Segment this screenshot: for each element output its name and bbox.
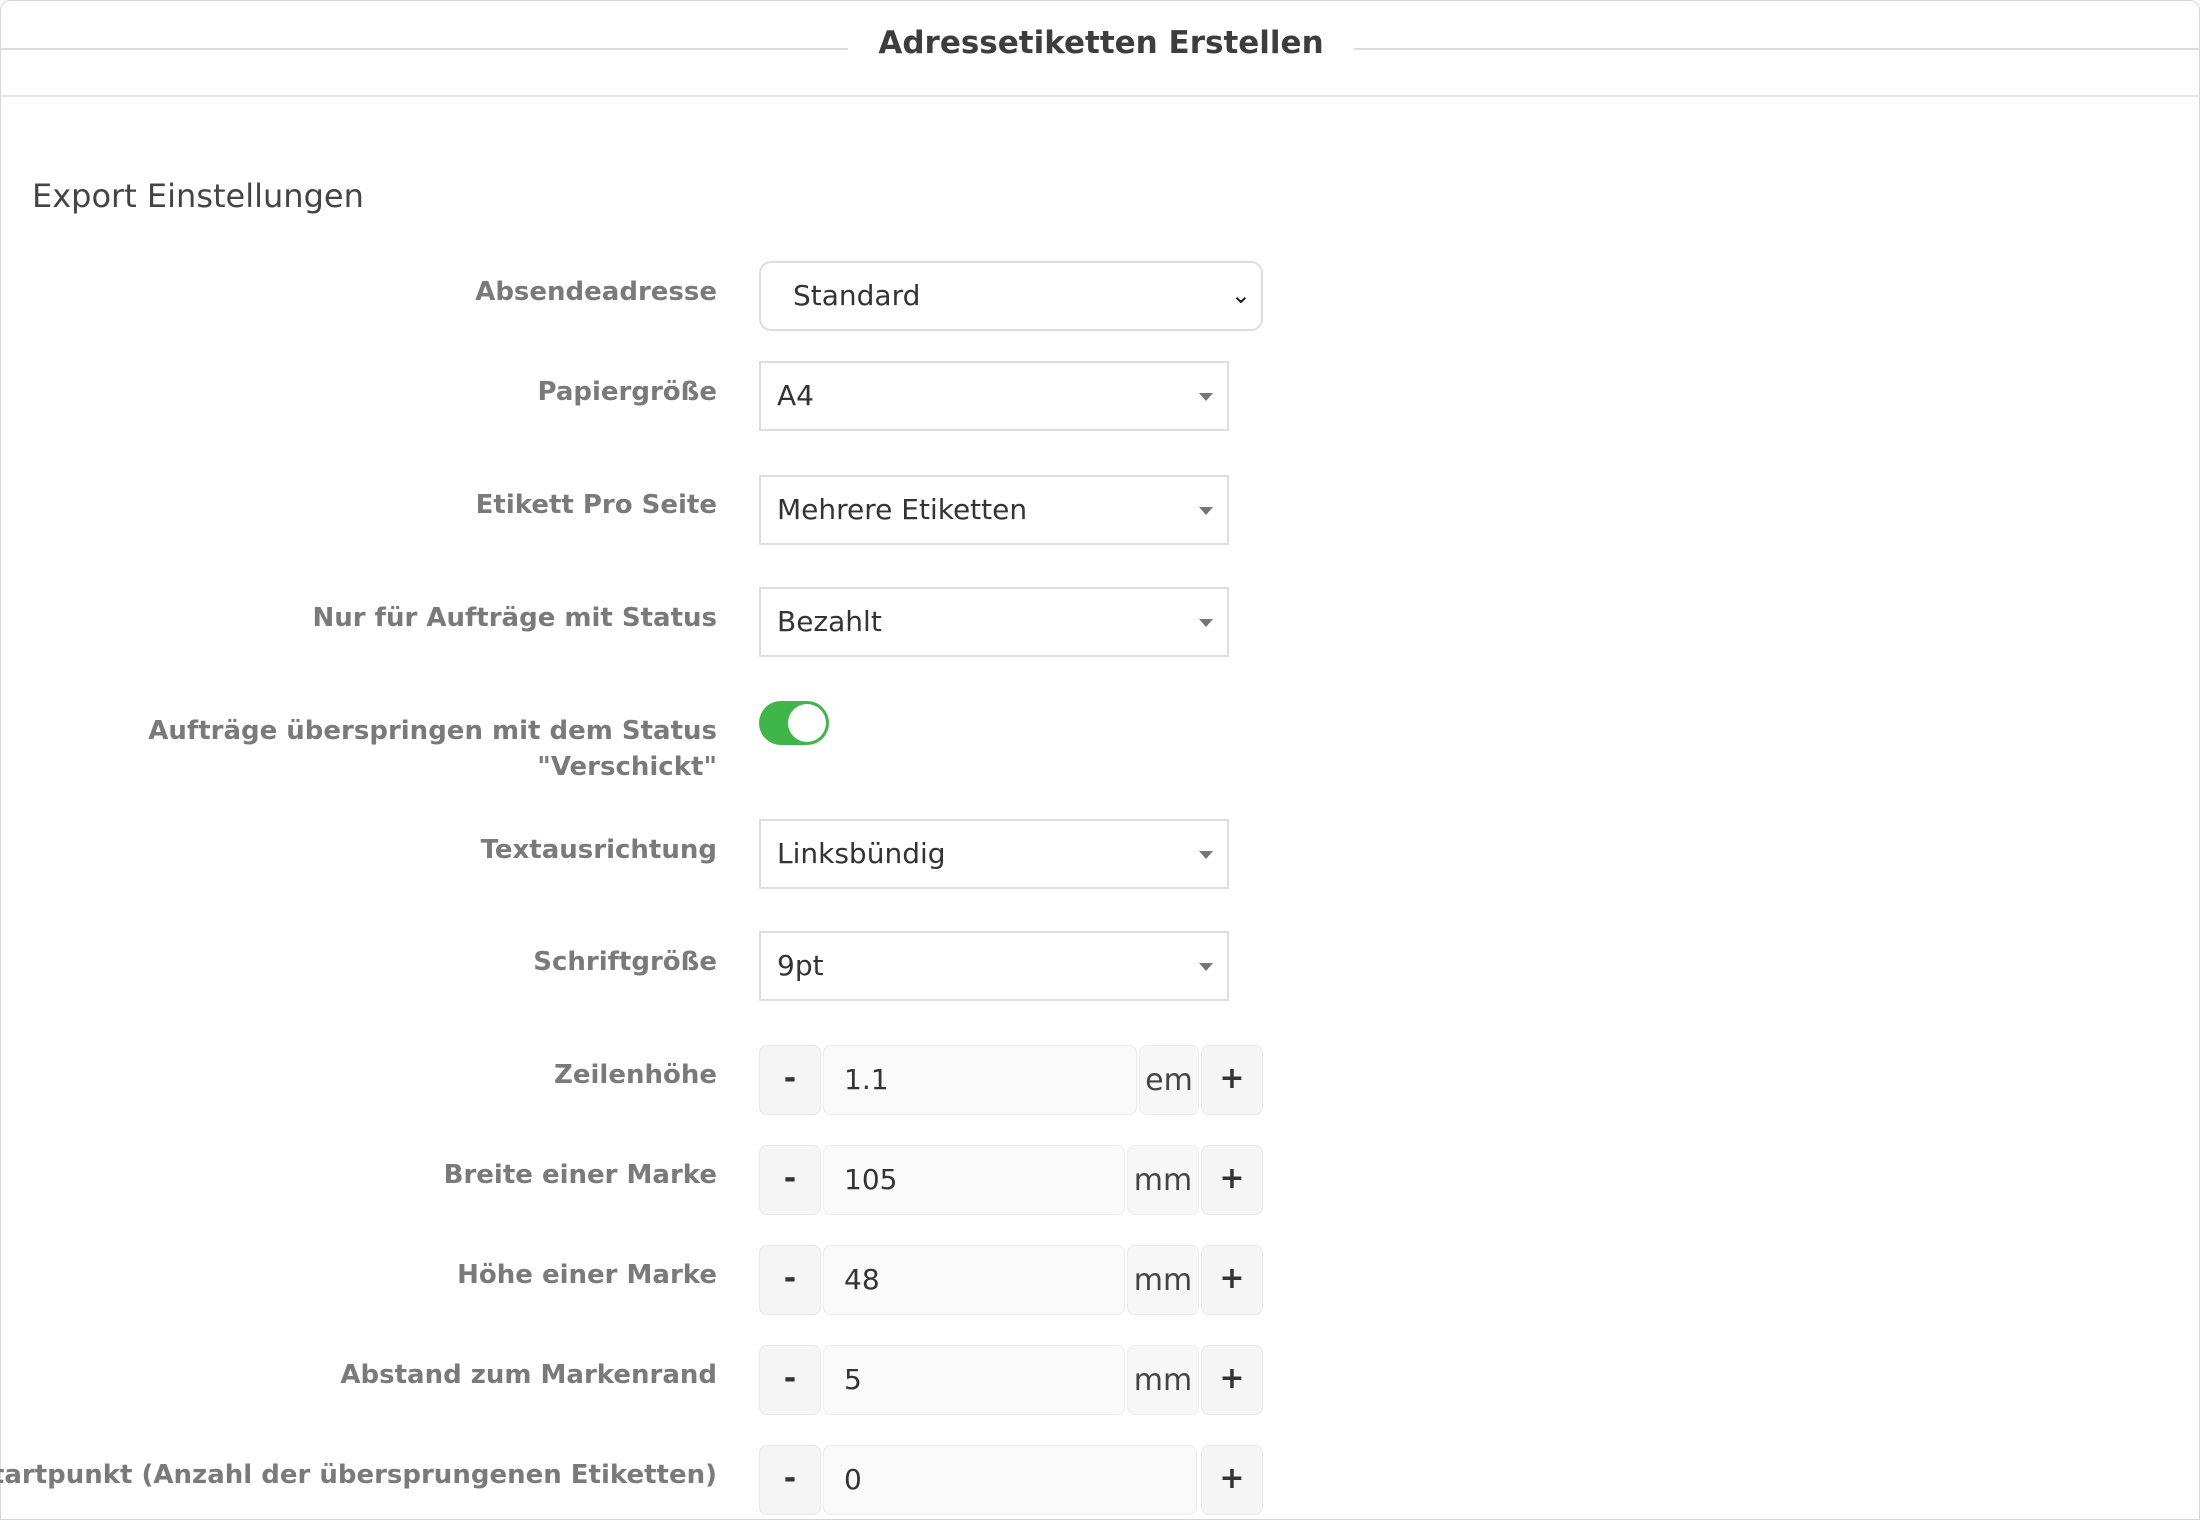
label-width-unit: mm <box>1127 1145 1199 1215</box>
order-status-value: Bezahlt <box>777 605 882 638</box>
label-height-unit: mm <box>1127 1245 1199 1315</box>
label-margin-unit: mm <box>1127 1345 1199 1415</box>
labels-per-page-label: Etikett Pro Seite <box>475 490 717 520</box>
paper-size-select[interactable]: A4 <box>759 361 1229 431</box>
labels-per-page-select[interactable]: Mehrere Etiketten <box>759 475 1229 545</box>
start-offset-increment-button[interactable]: + <box>1201 1445 1263 1515</box>
start-offset-input[interactable]: 0 <box>823 1445 1197 1515</box>
label-height-increment-button[interactable]: + <box>1201 1245 1263 1315</box>
label-width-label: Breite einer Marke <box>443 1160 717 1190</box>
text-alignment-select[interactable]: Linksbündig <box>759 819 1229 889</box>
line-height-input[interactable]: 1.1 <box>823 1045 1137 1115</box>
panel-title: Adressetiketten Erstellen <box>1 25 2200 61</box>
label-width-input[interactable]: 105 <box>823 1145 1125 1215</box>
start-offset-decrement-button[interactable]: - <box>759 1445 821 1515</box>
label-margin-decrement-button[interactable]: - <box>759 1345 821 1415</box>
font-size-label: Schriftgröße <box>533 947 717 977</box>
label-width-increment-button[interactable]: + <box>1201 1145 1263 1215</box>
skip-shipped-label-line1: Aufträge überspringen mit dem Status <box>148 716 717 746</box>
font-size-select[interactable]: 9pt <box>759 931 1229 1001</box>
order-status-select[interactable]: Bezahlt <box>759 587 1229 657</box>
caret-down-icon <box>1199 507 1213 515</box>
paper-size-label: Papiergröße <box>537 377 717 407</box>
labels-per-page-value: Mehrere Etiketten <box>777 493 1028 526</box>
label-margin-label: Abstand zum Markenrand <box>340 1360 717 1390</box>
header-divider <box>1 95 2200 97</box>
caret-down-icon <box>1199 619 1213 627</box>
label-width-decrement-button[interactable]: - <box>759 1145 821 1215</box>
sender-select[interactable]: Standard ⌄ <box>759 261 1263 331</box>
line-height-increment-button[interactable]: + <box>1201 1045 1263 1115</box>
start-offset-stepper: - 0 + <box>759 1445 1263 1515</box>
toggle-knob <box>788 704 826 742</box>
start-offset-label: Startpunkt (Anzahl der übersprungenen Et… <box>0 1460 717 1490</box>
line-height-decrement-button[interactable]: - <box>759 1045 821 1115</box>
label-margin-increment-button[interactable]: + <box>1201 1345 1263 1415</box>
order-status-label: Nur für Aufträge mit Status <box>312 603 717 633</box>
skip-shipped-label-line2: "Verschickt" <box>537 752 717 782</box>
paper-size-value: A4 <box>777 379 814 412</box>
section-title: Export Einstellungen <box>32 177 364 215</box>
line-height-label: Zeilenhöhe <box>554 1060 717 1090</box>
line-height-unit: em <box>1139 1045 1199 1115</box>
label-margin-stepper: - 5 mm + <box>759 1345 1263 1415</box>
chevron-down-icon: ⌄ <box>1230 281 1251 309</box>
label-height-decrement-button[interactable]: - <box>759 1245 821 1315</box>
caret-down-icon <box>1199 851 1213 859</box>
text-alignment-value: Linksbündig <box>777 837 946 870</box>
font-size-value: 9pt <box>777 949 824 982</box>
label-height-label: Höhe einer Marke <box>457 1260 717 1290</box>
line-height-stepper: - 1.1 em + <box>759 1045 1263 1115</box>
label-height-stepper: - 48 mm + <box>759 1245 1263 1315</box>
label-width-stepper: - 105 mm + <box>759 1145 1263 1215</box>
sender-value: Standard <box>793 279 921 312</box>
label-height-input[interactable]: 48 <box>823 1245 1125 1315</box>
label-margin-input[interactable]: 5 <box>823 1345 1125 1415</box>
caret-down-icon <box>1199 393 1213 401</box>
caret-down-icon <box>1199 963 1213 971</box>
sender-label: Absendeadresse <box>475 277 717 307</box>
skip-shipped-toggle[interactable] <box>759 701 829 745</box>
label-export-panel: Adressetiketten Erstellen Export Einstel… <box>0 0 2200 1520</box>
text-alignment-label: Textausrichtung <box>480 835 717 865</box>
